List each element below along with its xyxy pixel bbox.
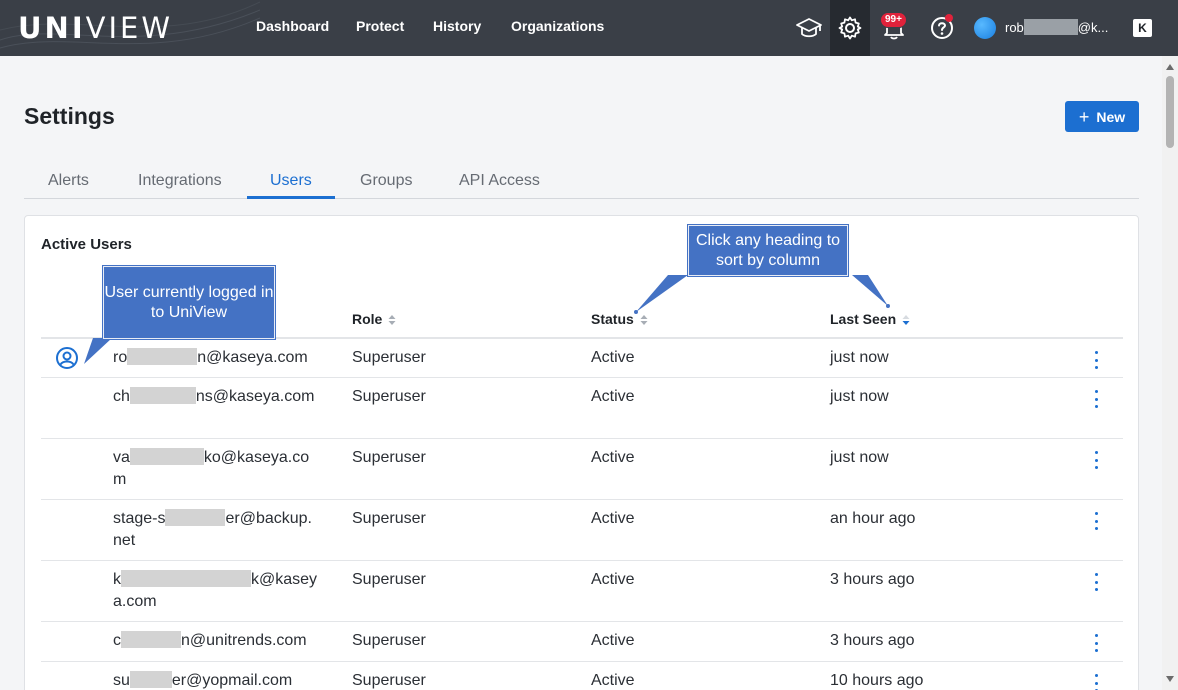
callout-pointers: [84, 275, 890, 364]
sort-hint-callout: Click any heading to sort by column: [687, 224, 849, 277]
page-scrollbar[interactable]: [1162, 56, 1178, 690]
scroll-down-arrow-icon[interactable]: [1166, 676, 1174, 682]
current-user-callout: User currently logged in to UniView: [102, 265, 276, 340]
scroll-thumb[interactable]: [1166, 76, 1174, 148]
scroll-up-arrow-icon[interactable]: [1166, 64, 1174, 70]
